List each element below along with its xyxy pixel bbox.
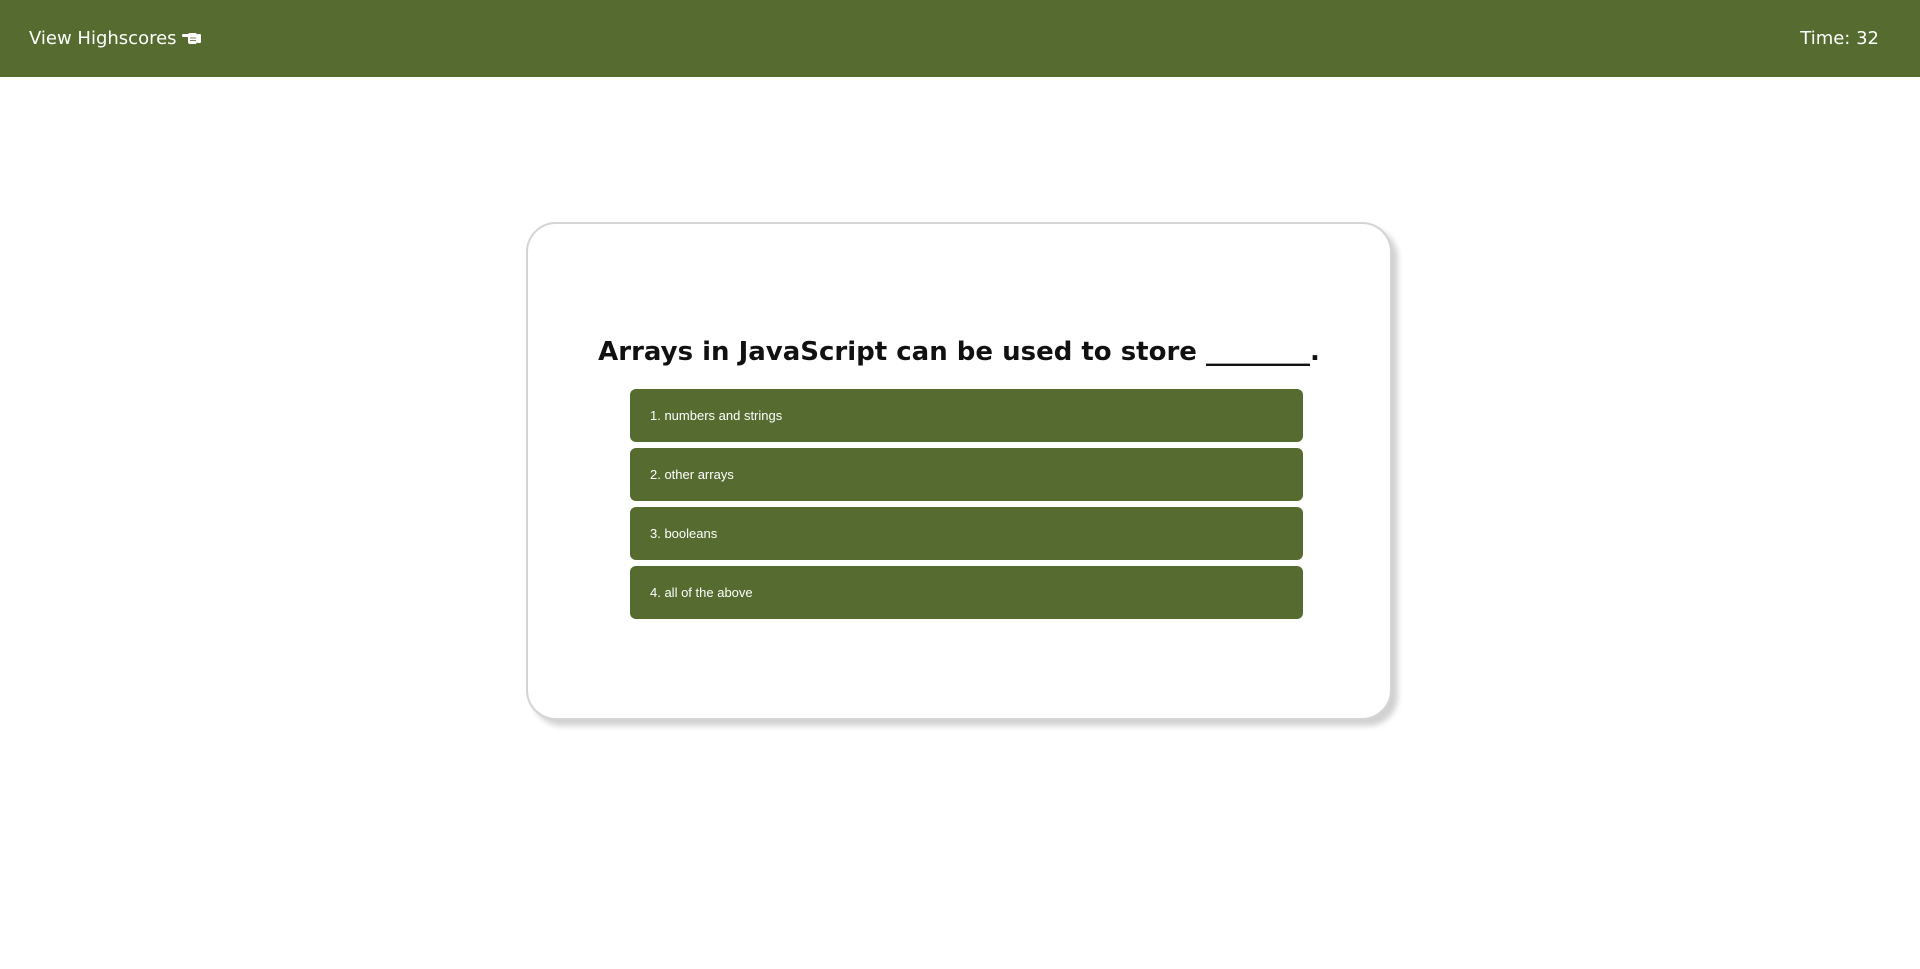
- view-highscores-link[interactable]: View Highscores: [29, 27, 203, 51]
- answer-list: 1. numbers and strings 2. other arrays 3…: [630, 389, 1303, 625]
- view-highscores-label: View Highscores: [29, 28, 177, 49]
- pointing-hand-icon: [181, 30, 203, 48]
- quiz-card: Arrays in JavaScript can be used to stor…: [526, 222, 1392, 720]
- question-title: Arrays in JavaScript can be used to stor…: [598, 337, 1320, 367]
- answer-button-3[interactable]: 3. booleans: [630, 507, 1303, 560]
- top-bar: View Highscores Time: 32: [0, 0, 1920, 77]
- answer-button-1[interactable]: 1. numbers and strings: [630, 389, 1303, 442]
- answer-button-2[interactable]: 2. other arrays: [630, 448, 1303, 501]
- timer: Time: 32: [1800, 28, 1879, 49]
- answer-button-4[interactable]: 4. all of the above: [630, 566, 1303, 619]
